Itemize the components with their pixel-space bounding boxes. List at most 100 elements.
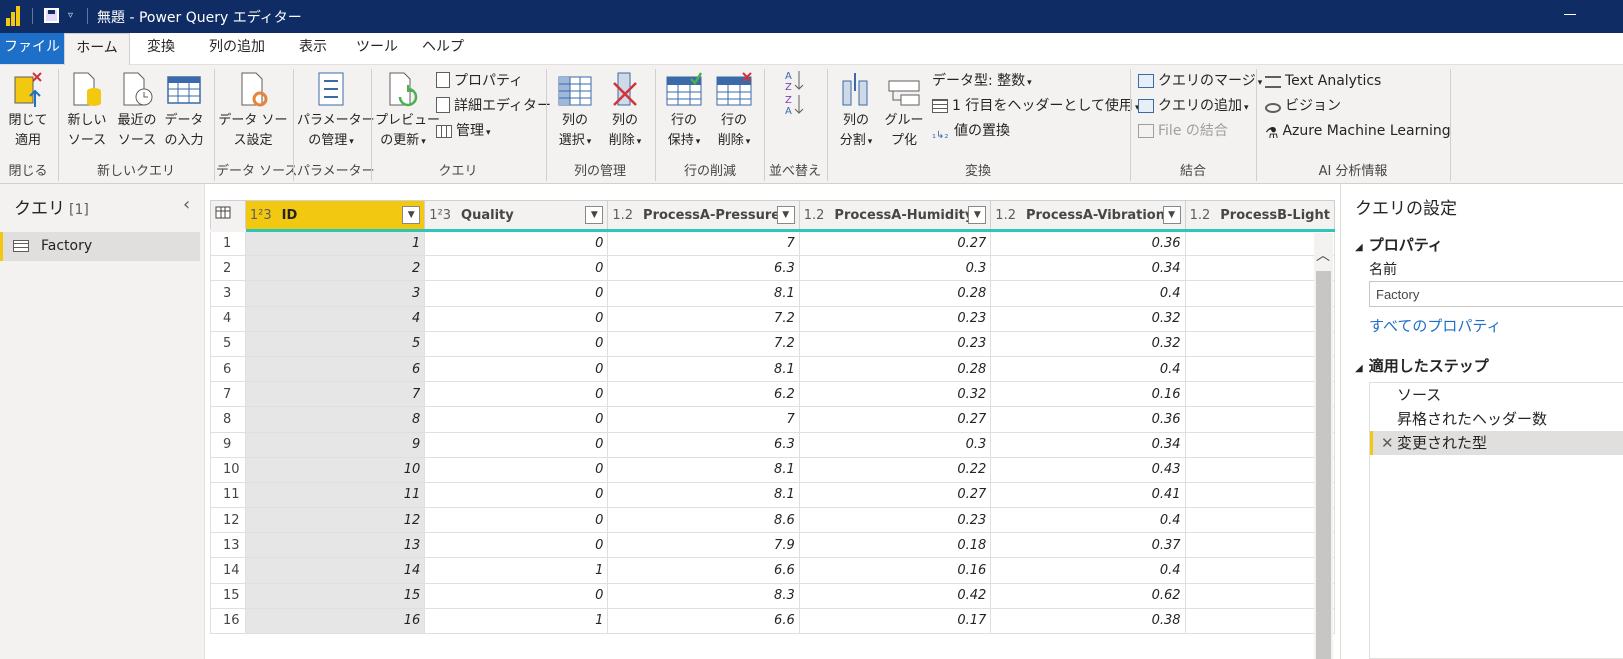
table-row[interactable]: 10 10 0 8.1 0.22 0.43: [210, 456, 1335, 483]
table-cell[interactable]: 5: [244, 330, 426, 357]
table-cell[interactable]: [1184, 305, 1335, 332]
table-row[interactable]: 16 16 1 6.6 0.17 0.38: [210, 607, 1335, 635]
table-cell[interactable]: [1184, 557, 1335, 584]
table-cell[interactable]: 0.18: [798, 532, 992, 559]
table-cell[interactable]: 0.32: [798, 381, 992, 408]
scrollbar-thumb[interactable]: [1316, 271, 1331, 659]
row-number[interactable]: 16: [210, 607, 246, 635]
table-cell[interactable]: [1184, 229, 1335, 257]
table-cell[interactable]: 6.6: [607, 557, 800, 584]
table-cell[interactable]: 15: [244, 582, 426, 609]
table-cell[interactable]: 12: [244, 507, 426, 534]
sort-ascending-button[interactable]: AZ: [780, 69, 810, 94]
table-cell[interactable]: 9: [244, 431, 426, 458]
table-cell[interactable]: 8: [244, 406, 426, 433]
column-header[interactable]: 1²3 ID ▼: [244, 200, 426, 232]
all-properties-link[interactable]: すべてのプロパティ: [1369, 315, 1501, 336]
table-cell[interactable]: 0: [424, 381, 609, 408]
column-header[interactable]: 1²3 Quality ▼: [424, 200, 609, 232]
table-cell[interactable]: 0.34: [990, 255, 1186, 282]
replace-values-button[interactable]: ₁↳₂ 値の置換: [932, 122, 1010, 145]
table-cell[interactable]: [1184, 481, 1335, 509]
step-changed-type[interactable]: ✕ 変更された型: [1370, 431, 1623, 455]
steps-section-toggle[interactable]: ◢ 適用したステップ: [1355, 355, 1489, 376]
table-cell[interactable]: 0.4: [990, 557, 1186, 584]
table-cell[interactable]: 0.27: [798, 229, 992, 257]
collapse-icon[interactable]: ‹: [183, 194, 190, 215]
table-cell[interactable]: 0: [424, 305, 609, 332]
table-cell[interactable]: 0.23: [798, 507, 992, 534]
row-number[interactable]: 9: [210, 431, 246, 458]
tab-home[interactable]: ホーム: [64, 33, 130, 66]
merge-queries-button[interactable]: クエリのマージ ▾: [1138, 72, 1262, 92]
table-cell[interactable]: 0: [424, 229, 609, 257]
row-number[interactable]: 10: [210, 456, 246, 483]
table-cell[interactable]: [1184, 406, 1335, 433]
row-number[interactable]: 12: [210, 507, 246, 534]
advanced-editor-button[interactable]: 詳細エディター: [436, 97, 551, 115]
table-cell[interactable]: 7.2: [607, 305, 800, 332]
query-item-factory[interactable]: Factory: [0, 232, 200, 261]
filter-dropdown-icon[interactable]: ▼: [968, 206, 987, 224]
table-cell[interactable]: 0: [424, 330, 609, 357]
table-cell[interactable]: 0.42: [798, 582, 992, 609]
table-cell[interactable]: 0.27: [798, 481, 992, 509]
table-cell[interactable]: 4: [244, 305, 426, 332]
remove-rows-button[interactable]: 行の 削除 ▾: [710, 71, 758, 152]
table-cell[interactable]: 0.23: [798, 305, 992, 332]
table-cell[interactable]: 6.6: [607, 607, 800, 635]
table-cell[interactable]: 0: [424, 431, 609, 458]
table-cell[interactable]: 0.37: [990, 532, 1186, 559]
table-cell[interactable]: 0.16: [990, 381, 1186, 408]
row-number[interactable]: 1: [210, 229, 246, 257]
close-apply-button[interactable]: 閉じて 適用: [4, 71, 52, 151]
table-cell[interactable]: 0.28: [798, 280, 992, 307]
table-cell[interactable]: 7.2: [607, 330, 800, 357]
table-cell[interactable]: 0: [424, 406, 609, 433]
table-cell[interactable]: [1184, 507, 1335, 534]
tab-view[interactable]: 表示: [292, 33, 334, 64]
table-row[interactable]: 15 15 0 8.3 0.42 0.62: [210, 582, 1335, 609]
column-type-icon[interactable]: 1²3: [250, 208, 272, 223]
table-row[interactable]: 8 8 0 7 0.27 0.36: [210, 406, 1335, 433]
table-cell[interactable]: 8.3: [607, 582, 800, 609]
row-number[interactable]: 11: [210, 481, 246, 509]
query-name-input[interactable]: [1369, 281, 1623, 307]
append-queries-button[interactable]: クエリの追加 ▾: [1138, 97, 1249, 117]
properties-section-toggle[interactable]: ◢ プロパティ: [1355, 234, 1443, 255]
table-cell[interactable]: 14: [244, 557, 426, 584]
table-row[interactable]: 7 7 0 6.2 0.32 0.16: [210, 381, 1335, 408]
table-cell[interactable]: 0.28: [798, 355, 992, 383]
tab-add-column[interactable]: 列の追加: [202, 33, 272, 64]
row-number[interactable]: 7: [210, 381, 246, 408]
vertical-scrollbar[interactable]: ︿: [1314, 233, 1333, 659]
table-row[interactable]: 14 14 1 6.6 0.16 0.4: [210, 557, 1335, 584]
table-cell[interactable]: [1184, 456, 1335, 483]
table-cell[interactable]: 8.6: [607, 507, 800, 534]
column-header[interactable]: 1.2 ProcessA-Humidity ▼: [798, 200, 992, 232]
remove-columns-button[interactable]: 列の 削除 ▾: [602, 71, 648, 152]
filter-dropdown-icon[interactable]: ▼: [585, 206, 604, 224]
step-promoted-headers[interactable]: 昇格されたヘッダー数: [1370, 407, 1623, 431]
manage-parameters-button[interactable]: パラメーター の管理 ▾: [297, 71, 375, 152]
azure-ml-button[interactable]: ⚗ Azure Machine Learning: [1265, 122, 1451, 142]
table-cell[interactable]: 8.1: [607, 280, 800, 307]
delete-step-icon[interactable]: ✕: [1381, 431, 1394, 455]
table-cell[interactable]: [1184, 381, 1335, 408]
table-cell[interactable]: [1184, 582, 1335, 609]
table-cell[interactable]: [1184, 607, 1335, 635]
table-menu-icon[interactable]: [210, 200, 246, 232]
table-cell[interactable]: 7: [607, 406, 800, 433]
column-type-icon[interactable]: 1.2: [804, 208, 825, 223]
table-cell[interactable]: 6.3: [607, 255, 800, 282]
table-cell[interactable]: 16: [244, 607, 426, 635]
minimize-icon[interactable]: [1564, 14, 1576, 15]
refresh-preview-button[interactable]: プレビュー の更新 ▾: [375, 71, 440, 152]
table-cell[interactable]: 6.3: [607, 431, 800, 458]
table-cell[interactable]: 0.4: [990, 355, 1186, 383]
table-cell[interactable]: 0.62: [990, 582, 1186, 609]
properties-button[interactable]: プロパティ: [436, 72, 523, 90]
table-cell[interactable]: 0.4: [990, 280, 1186, 307]
table-cell[interactable]: 0.34: [990, 431, 1186, 458]
table-row[interactable]: 2 2 0 6.3 0.3 0.34: [210, 255, 1335, 282]
